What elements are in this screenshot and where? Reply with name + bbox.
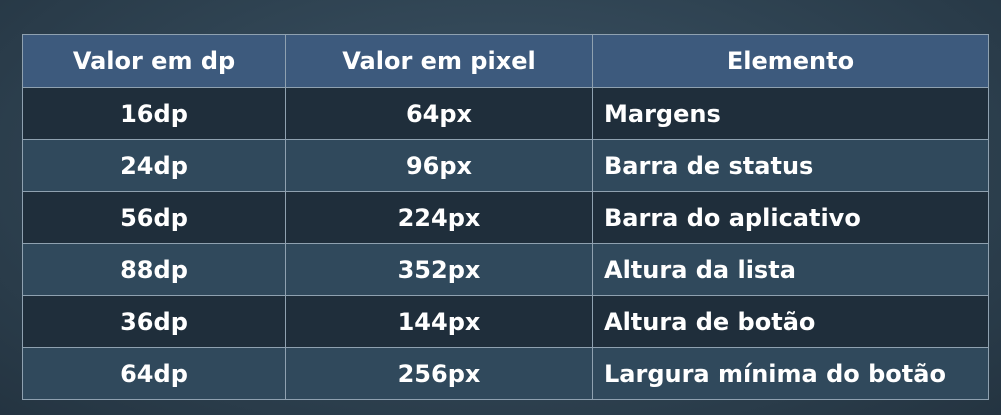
cell-dp: 88dp (22, 243, 286, 296)
header-element: Elemento (592, 34, 989, 88)
cell-pixel: 256px (285, 347, 593, 400)
cell-dp: 36dp (22, 295, 286, 348)
header-pixel: Valor em pixel (285, 34, 593, 88)
table-row: 56dp 224px Barra do aplicativo (22, 191, 989, 244)
cell-element: Altura da lista (592, 243, 989, 296)
cell-element: Margens (592, 87, 989, 140)
cell-dp: 24dp (22, 139, 286, 192)
cell-pixel: 224px (285, 191, 593, 244)
cell-dp: 56dp (22, 191, 286, 244)
cell-pixel: 96px (285, 139, 593, 192)
cell-element: Barra de status (592, 139, 989, 192)
table-row: 16dp 64px Margens (22, 87, 989, 140)
table-row: 36dp 144px Altura de botão (22, 295, 989, 348)
cell-element: Largura mínima do botão (592, 347, 989, 400)
cell-dp: 64dp (22, 347, 286, 400)
table-row: 88dp 352px Altura da lista (22, 243, 989, 296)
cell-element: Barra do aplicativo (592, 191, 989, 244)
cell-dp: 16dp (22, 87, 286, 140)
table-row: 24dp 96px Barra de status (22, 139, 989, 192)
table-row: 64dp 256px Largura mínima do botão (22, 347, 989, 400)
cell-pixel: 144px (285, 295, 593, 348)
cell-element: Altura de botão (592, 295, 989, 348)
header-row: Valor em dp Valor em pixel Elemento (22, 34, 989, 88)
cell-pixel: 64px (285, 87, 593, 140)
cell-pixel: 352px (285, 243, 593, 296)
slide: Valor em dp Valor em pixel Elemento 16dp… (0, 0, 1001, 415)
dp-to-pixel-table: Valor em dp Valor em pixel Elemento 16dp… (22, 34, 989, 400)
header-dp: Valor em dp (22, 34, 286, 88)
